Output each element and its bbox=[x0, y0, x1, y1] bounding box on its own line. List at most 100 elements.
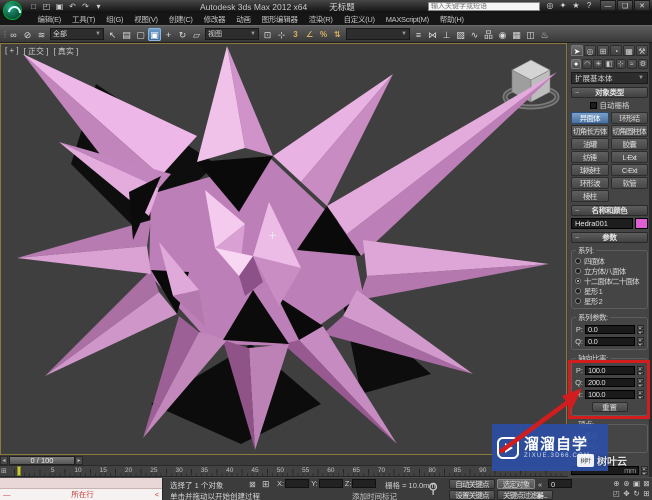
menu-item[interactable]: 帮助(H) bbox=[434, 14, 469, 25]
family-radio[interactable]: 星形 2 bbox=[575, 296, 644, 306]
previous-frame-button[interactable]: ◂ bbox=[0, 456, 8, 465]
family-radio[interactable]: 星形 1 bbox=[575, 286, 644, 296]
tab-create[interactable]: ➤ bbox=[571, 45, 583, 56]
new-scene-icon[interactable]: □ bbox=[28, 1, 39, 12]
workspace-dropdown-icon[interactable]: ▾ bbox=[93, 1, 104, 12]
viewport-orthographic[interactable]: [ + ][ 正交 ][ 真实 ] bbox=[0, 43, 567, 455]
reference-coordinate-dropdown[interactable]: 视图▼ bbox=[205, 28, 259, 40]
tab-hierarchy[interactable]: ⊞ bbox=[597, 45, 609, 56]
go-to-start-button[interactable]: « bbox=[538, 480, 542, 489]
3dsmax-logo[interactable] bbox=[3, 1, 22, 20]
menu-item[interactable]: MAXScript(M) bbox=[380, 15, 434, 24]
coordinate-input[interactable] bbox=[285, 479, 309, 488]
object-type-button[interactable]: 纺锤 bbox=[571, 151, 609, 163]
coordinate-input[interactable] bbox=[319, 479, 343, 488]
infocenter-search-input[interactable] bbox=[428, 2, 540, 11]
absolute-mode-icon[interactable]: ⊞ bbox=[262, 479, 270, 490]
select-and-move-icon[interactable]: + bbox=[162, 28, 175, 41]
select-object-icon[interactable]: ↖ bbox=[106, 28, 119, 41]
percent-snap-icon[interactable]: % bbox=[317, 28, 330, 41]
viewport-label-part[interactable]: [ + ] bbox=[5, 46, 19, 57]
object-type-button[interactable]: 切角圆柱体 bbox=[611, 125, 649, 137]
redo-icon[interactable]: ↷ bbox=[80, 1, 91, 12]
category-shapes-icon[interactable]: ◠ bbox=[582, 59, 592, 69]
select-and-scale-icon[interactable]: ▱ bbox=[190, 28, 203, 41]
play-button[interactable]: ▶ bbox=[538, 491, 544, 500]
macro-recorder-pane[interactable] bbox=[0, 478, 162, 489]
object-type-button[interactable]: 胶囊 bbox=[611, 138, 649, 150]
spinner-value-field[interactable]: 200.0 bbox=[585, 378, 635, 387]
object-type-button[interactable]: 球棱柱 bbox=[571, 164, 609, 176]
open-file-icon[interactable]: ◰ bbox=[41, 1, 52, 12]
named-selection-dropdown[interactable]: ▼ bbox=[346, 28, 410, 40]
spinner-value-field[interactable]: 0.0 bbox=[585, 337, 635, 346]
set-keys-icon[interactable]: ⚲ bbox=[428, 480, 438, 497]
primitive-category-dropdown[interactable]: 扩展基本体▼ bbox=[571, 72, 648, 84]
add-time-tag[interactable]: 添加时间标记 bbox=[352, 491, 397, 500]
menu-item[interactable]: 组(G) bbox=[101, 14, 129, 25]
rollout-object-type[interactable]: 对象类型 bbox=[571, 87, 648, 98]
object-type-button[interactable]: 棱柱 bbox=[571, 190, 609, 202]
autogrid-checkbox[interactable] bbox=[590, 102, 597, 109]
track-bar[interactable]: ⊞ 51015202530354045505560657075808590 bbox=[0, 466, 568, 477]
object-type-button[interactable]: C-Ext bbox=[611, 164, 649, 176]
reset-button[interactable]: 重置 bbox=[592, 402, 628, 412]
object-type-button[interactable]: L-Ext bbox=[611, 151, 649, 163]
spinner-arrows[interactable] bbox=[637, 378, 644, 387]
spinner-arrows[interactable] bbox=[637, 390, 644, 399]
schematic-view-icon[interactable]: 品 bbox=[482, 28, 495, 41]
curve-editor-icon[interactable]: ∿ bbox=[468, 28, 481, 41]
current-frame-input[interactable]: 0 bbox=[548, 479, 572, 488]
family-radio[interactable]: 十二面体/二十面体 bbox=[575, 276, 644, 286]
bind-to-spacewarp-icon[interactable]: ≋ bbox=[35, 28, 48, 41]
search-icon[interactable]: ◎ bbox=[545, 1, 555, 11]
use-pivot-center-icon[interactable]: ⊡ bbox=[261, 28, 274, 41]
spinner-value-field[interactable]: 0.0 bbox=[585, 325, 635, 334]
time-slider-handle[interactable]: 0 / 100 bbox=[9, 456, 75, 465]
object-type-button[interactable]: 异面体 bbox=[571, 112, 609, 124]
category-cameras-icon[interactable]: ◧ bbox=[604, 59, 614, 69]
material-editor-icon[interactable]: ◉ bbox=[496, 28, 509, 41]
menu-item[interactable]: 自定义(U) bbox=[338, 14, 380, 25]
close-button[interactable]: ✕ bbox=[634, 0, 650, 11]
select-and-manipulate-icon[interactable]: ⊹ bbox=[275, 28, 288, 41]
select-and-link-icon[interactable]: ∞ bbox=[7, 28, 20, 41]
layer-manager-icon[interactable]: ▧ bbox=[454, 28, 467, 41]
rollout-name-color[interactable]: 名称和颜色 bbox=[571, 205, 648, 216]
auto-key-button[interactable]: 自动关键点 bbox=[449, 479, 495, 489]
menu-item[interactable]: 视图(V) bbox=[129, 14, 164, 25]
object-type-button[interactable]: 油罐 bbox=[571, 138, 609, 150]
next-frame-button[interactable]: ▸ bbox=[75, 456, 83, 465]
rollout-parameters[interactable]: 参数 bbox=[571, 232, 648, 243]
spinner-value-field[interactable]: 100.0 bbox=[585, 390, 635, 399]
zoom-all-icon[interactable]: ⊛ bbox=[622, 479, 631, 488]
orbit-icon[interactable]: ↻ bbox=[632, 489, 641, 498]
menu-item[interactable]: 编辑(E) bbox=[32, 14, 67, 25]
zoom-icon[interactable]: ⊕ bbox=[612, 479, 621, 488]
maxscript-mini-listener[interactable]: — 所在行 < bbox=[0, 478, 163, 500]
family-radio[interactable]: 四面体 bbox=[575, 256, 644, 266]
restore-button[interactable]: ❏ bbox=[617, 0, 633, 11]
tab-motion[interactable]: ◔ bbox=[610, 45, 622, 56]
favorites-star-icon[interactable]: ★ bbox=[571, 1, 581, 11]
zoom-extents-all-icon[interactable]: ⊠ bbox=[642, 479, 651, 488]
unlink-selection-icon[interactable]: ⊘ bbox=[21, 28, 34, 41]
help-icon[interactable]: ? bbox=[584, 1, 594, 11]
tab-utilities[interactable]: ⚒ bbox=[636, 45, 648, 56]
spinner-arrows[interactable] bbox=[637, 325, 644, 334]
menu-item[interactable]: 创建(C) bbox=[163, 14, 198, 25]
named-selection-sets-icon[interactable]: ≡ bbox=[412, 28, 425, 41]
tab-modify[interactable]: ◎ bbox=[584, 45, 596, 56]
category-geometry-icon[interactable]: ● bbox=[571, 59, 581, 69]
window-crossing-toggle-icon[interactable]: ▣ bbox=[148, 28, 161, 41]
hedra-star-object[interactable] bbox=[1, 44, 567, 454]
viewport-label-part[interactable]: [ 真实 ] bbox=[53, 46, 78, 57]
object-name-input[interactable]: Hedra001 bbox=[571, 218, 633, 229]
spinner-value-field[interactable]: 100.0 bbox=[585, 366, 635, 375]
current-frame-marker[interactable] bbox=[17, 466, 21, 476]
minimize-button[interactable]: — bbox=[600, 0, 616, 11]
menu-item[interactable]: 动画 bbox=[231, 14, 256, 25]
maximize-viewport-icon[interactable]: ⊞ bbox=[642, 489, 651, 498]
align-icon[interactable]: ⊥ bbox=[440, 28, 453, 41]
pan-icon[interactable]: ✥ bbox=[622, 489, 631, 498]
